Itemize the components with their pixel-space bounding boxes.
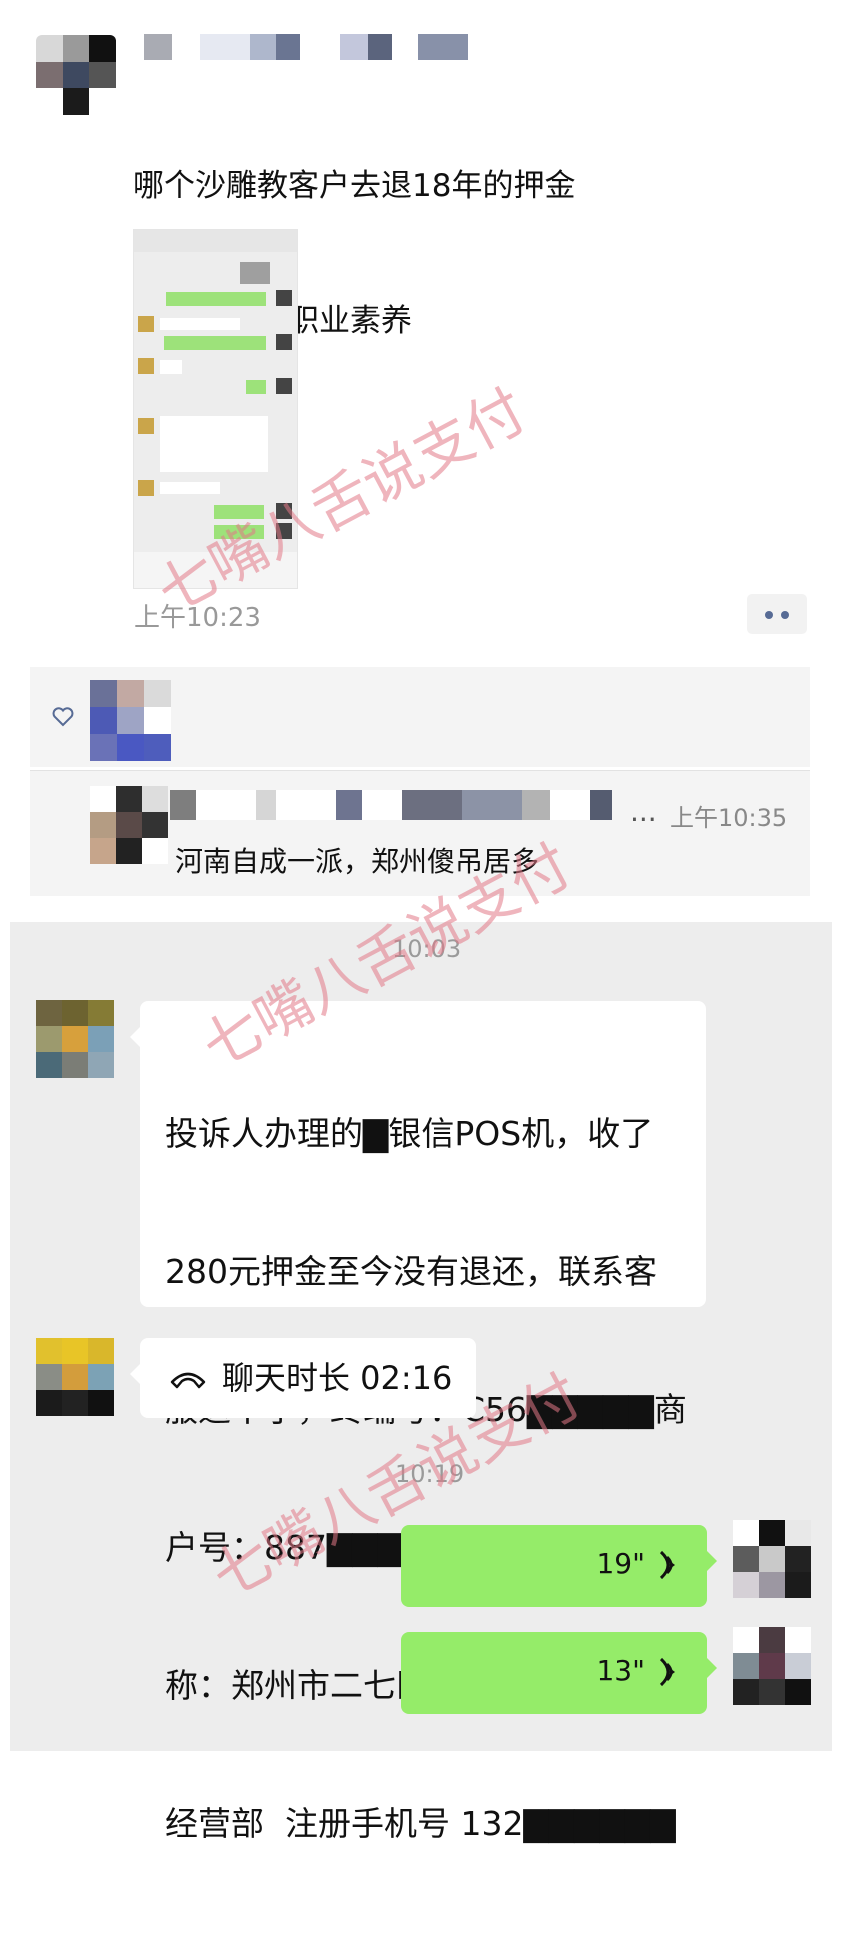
voice-wave-icon: [655, 1656, 685, 1692]
voice-duration: 19": [596, 1547, 645, 1580]
poster-avatar[interactable]: [36, 35, 116, 115]
complaint-line: 经营部 注册手机号 132▇▇▇▇▇▇: [165, 1804, 676, 1843]
user-avatar[interactable]: [733, 1627, 811, 1705]
voice-wave-icon: [655, 1549, 685, 1585]
liker-avatar[interactable]: [90, 680, 171, 761]
customer-service-avatar[interactable]: [36, 1000, 114, 1078]
post-line: 哪个沙雕教客户去退18年的押金: [133, 168, 576, 204]
poster-name-blurred[interactable]: [144, 34, 468, 64]
phone-icon: [168, 1360, 208, 1398]
user-avatar[interactable]: [733, 1520, 811, 1598]
voice-message-bubble[interactable]: 13": [401, 1632, 717, 1714]
commenter-avatar[interactable]: [90, 786, 168, 864]
voice-duration: 13": [596, 1654, 645, 1687]
comment-time: 上午10:35: [670, 804, 788, 832]
commenter-name-blurred[interactable]: [170, 790, 612, 824]
customer-service-avatar[interactable]: [36, 1338, 114, 1416]
complaint-line: 投诉人办理的▇银信POS机，收了: [165, 1114, 654, 1153]
heart-icon: [52, 707, 78, 731]
more-actions-button[interactable]: [747, 594, 807, 634]
comment-ellipsis: ...: [630, 795, 657, 828]
voice-message-bubble[interactable]: 19": [401, 1525, 717, 1607]
call-duration-bubble[interactable]: 聊天时长 02:16: [130, 1338, 476, 1418]
call-duration-text: 聊天时长 02:16: [222, 1359, 453, 1397]
complaint-line: 280元押金至今没有退还，联系客: [165, 1252, 657, 1291]
